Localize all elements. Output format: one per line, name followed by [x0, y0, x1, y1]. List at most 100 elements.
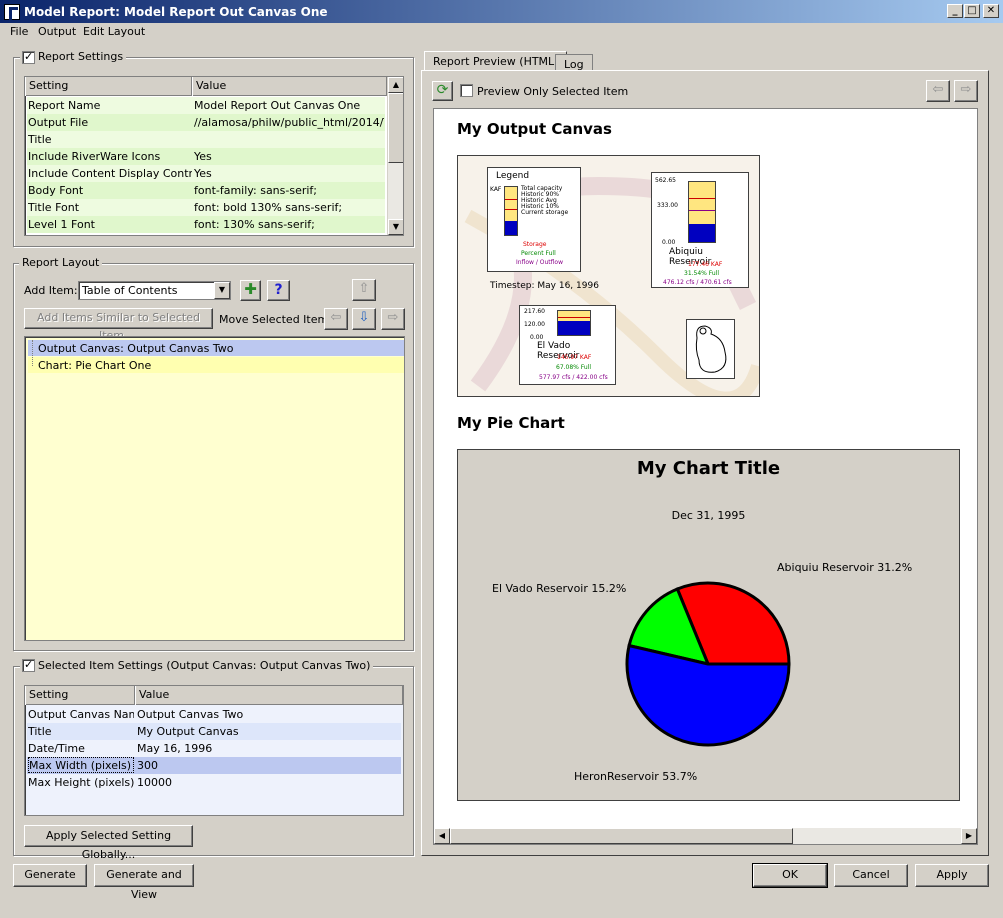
value-cell[interactable]: font: bold 130% sans-serif; [194, 201, 384, 214]
selected-settings-checkbox[interactable] [22, 658, 35, 672]
generate-button[interactable]: Generate [13, 864, 87, 887]
value-cell[interactable]: Yes [194, 167, 384, 180]
value-cell[interactable]: font: 130% sans-serif; [194, 218, 384, 231]
setting-cell: Output Canvas Name [28, 708, 134, 721]
tick-label: 120.00 [524, 321, 545, 328]
move-left-button[interactable]: ⇦ [324, 308, 348, 330]
value-cell[interactable]: May 16, 1996 [137, 742, 397, 755]
table-row[interactable]: Body Font font-family: sans-serif; [27, 182, 385, 199]
forward-arrow-icon[interactable]: ⇨ [954, 80, 978, 102]
scroll-thumb[interactable] [388, 93, 403, 163]
value-cell[interactable]: 10000 [137, 776, 397, 789]
menu-edit-layout[interactable]: Edit Layout [83, 25, 145, 38]
column-header-value[interactable]: Value [192, 77, 387, 96]
list-item-label: Output Canvas: Output Canvas Two [38, 342, 234, 355]
reservoir-icon [695, 325, 727, 373]
abiquiu-bar [688, 181, 716, 243]
help-icon[interactable]: ? [267, 280, 290, 301]
list-item-selected[interactable]: Output Canvas: Output Canvas Two [28, 340, 404, 356]
generate-and-view-button[interactable]: Generate and View [94, 864, 194, 901]
add-similar-button[interactable]: Add Items Similar to Selected Item ... [24, 308, 213, 342]
window-title: Model Report: Model Report Out Canvas On… [24, 5, 328, 19]
menu-bar: File Output Edit Layout [0, 23, 1003, 41]
scroll-left-arrow-icon[interactable]: ◀ [434, 828, 450, 844]
add-item-select[interactable]: Table of Contents ▼ [78, 281, 231, 300]
tick-label: 562.65 [655, 177, 676, 184]
refresh-icon[interactable]: ⟳ [432, 81, 453, 101]
close-button[interactable]: ✕ [983, 4, 999, 18]
table-row[interactable]: Title Font font: bold 130% sans-serif; [27, 199, 385, 216]
legend-unit: KAF [490, 186, 502, 193]
move-up-button[interactable]: ⇧ [352, 279, 376, 301]
abiquiu-line [689, 210, 715, 211]
abiquiu-box: 562.65 333.00 0.00 Abiquiu Reservoir 177… [651, 172, 749, 288]
column-header-setting[interactable]: Setting [25, 77, 192, 96]
tick-label: 0.00 [662, 239, 676, 246]
apply-globally-button[interactable]: Apply Selected Setting Globally... [24, 825, 193, 861]
column-header-value[interactable]: Value [135, 686, 403, 705]
layout-item-list[interactable]: Output Canvas: Output Canvas Two Chart: … [24, 336, 405, 641]
table-row[interactable]: Title [27, 131, 385, 148]
report-settings-checkbox[interactable] [22, 50, 35, 64]
scroll-down-arrow-icon[interactable]: ▼ [388, 219, 403, 235]
menu-file[interactable]: File [10, 25, 28, 38]
setting-cell: Title Font [28, 201, 80, 214]
timestep-label: Timestep: May 16, 1996 [490, 281, 599, 291]
report-layout-title: Report Layout [19, 256, 103, 269]
canvas-heading: My Output Canvas [457, 120, 612, 138]
cancel-button[interactable]: Cancel [834, 864, 908, 887]
elvado-fill [558, 321, 590, 335]
chevron-down-icon[interactable]: ▼ [214, 282, 230, 299]
table-header: Setting Value [25, 77, 387, 96]
ok-button[interactable]: OK [752, 863, 828, 888]
table-row[interactable]: Max Width (pixels) 300 [27, 757, 401, 774]
abiquiu-fill [689, 224, 715, 242]
table-row[interactable]: Report Name Model Report Out Canvas One [27, 97, 385, 114]
move-right-button[interactable]: ⇨ [381, 308, 405, 330]
preview-only-label: Preview Only Selected Item [477, 85, 629, 98]
scroll-thumb[interactable] [450, 828, 793, 844]
table-row[interactable]: Output File //alamosa/philw/public_html/2… [27, 114, 385, 131]
value-cell[interactable]: Output Canvas Two [137, 708, 397, 721]
scroll-up-arrow-icon[interactable]: ▲ [388, 77, 403, 93]
selected-settings-table: Setting Value Output Canvas NameOutput C… [24, 685, 404, 816]
value-cell[interactable]: My Output Canvas [137, 725, 397, 738]
tree-line [32, 340, 33, 366]
chart-heading: My Pie Chart [457, 414, 565, 432]
column-header-setting[interactable]: Setting [25, 686, 135, 705]
value-cell[interactable]: Yes [194, 150, 384, 163]
legend-box: Legend KAF Total capacity Historic 90% H… [487, 167, 581, 272]
title-bar: Model Report: Model Report Out Canvas On… [0, 0, 1003, 23]
maximize-button[interactable]: □ [964, 4, 980, 18]
abiquiu-line [689, 198, 715, 199]
scroll-right-arrow-icon[interactable]: ▶ [961, 828, 977, 844]
legend-items: Total capacity Historic 90% Historic Avg… [521, 186, 568, 216]
add-item-button[interactable]: ✚ [240, 280, 261, 301]
table-row[interactable]: Include RiverWare Icons Yes [27, 148, 385, 165]
value-cell[interactable]: 300 [137, 759, 397, 772]
table-row[interactable]: Title My Output Canvas [27, 723, 401, 740]
vertical-scrollbar[interactable]: ▲ ▼ [387, 77, 403, 235]
legend-line [505, 209, 517, 210]
tab-report-preview[interactable]: Report Preview (HTML) [424, 51, 568, 71]
table-row[interactable]: Max Height (pixels) 10000 [27, 774, 401, 791]
table-row[interactable]: Date/Time May 16, 1996 [27, 740, 401, 757]
table-row[interactable]: Output Canvas NameOutput Canvas Two [27, 706, 401, 723]
preview-only-checkbox[interactable] [460, 84, 473, 97]
back-arrow-icon[interactable]: ⇦ [926, 80, 950, 102]
table-header: Setting Value [25, 686, 403, 705]
list-item[interactable]: Chart: Pie Chart One [28, 357, 404, 373]
value-cell[interactable]: font-family: sans-serif; [194, 184, 384, 197]
horizontal-scrollbar[interactable]: ◀ ▶ [434, 828, 977, 844]
value-cell[interactable]: Model Report Out Canvas One [194, 99, 384, 112]
setting-cell: Output File [28, 116, 89, 129]
tab-log[interactable]: Log [555, 54, 593, 71]
setting-cell: Title [28, 725, 52, 738]
menu-output[interactable]: Output [38, 25, 76, 38]
table-row[interactable]: Include Content Display Controls Yes [27, 165, 385, 182]
move-down-button[interactable]: ⇩ [352, 308, 376, 330]
minimize-button[interactable]: _ [947, 4, 963, 18]
table-row[interactable]: Level 1 Font font: 130% sans-serif; [27, 216, 385, 233]
value-cell[interactable]: //alamosa/philw/public_html/2014/Te... [194, 116, 384, 129]
apply-button[interactable]: Apply [915, 864, 989, 887]
